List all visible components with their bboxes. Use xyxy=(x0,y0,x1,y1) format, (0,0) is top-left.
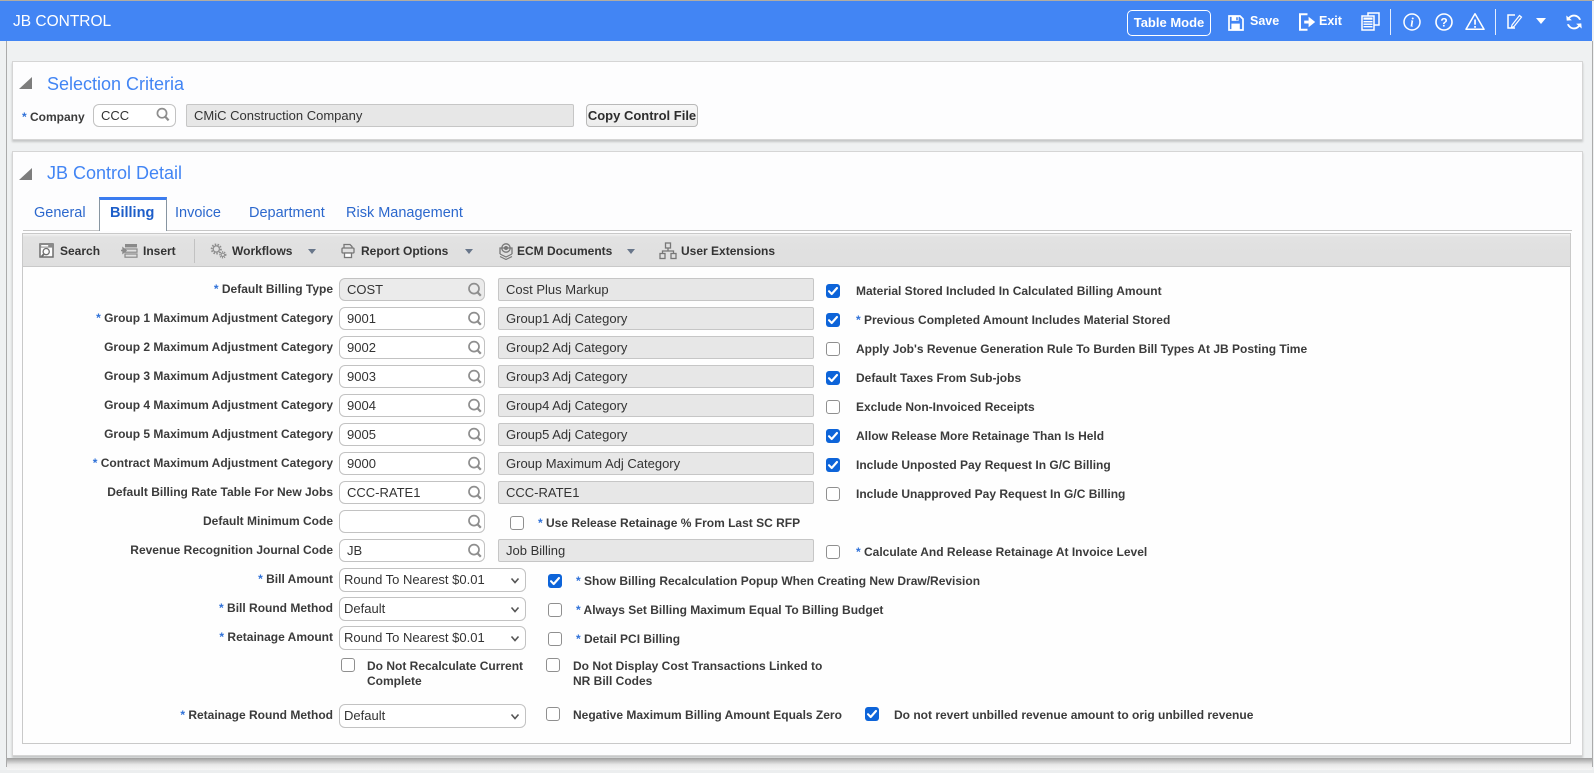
svg-text:i: i xyxy=(1410,16,1414,30)
svg-text:?: ? xyxy=(1440,15,1447,29)
